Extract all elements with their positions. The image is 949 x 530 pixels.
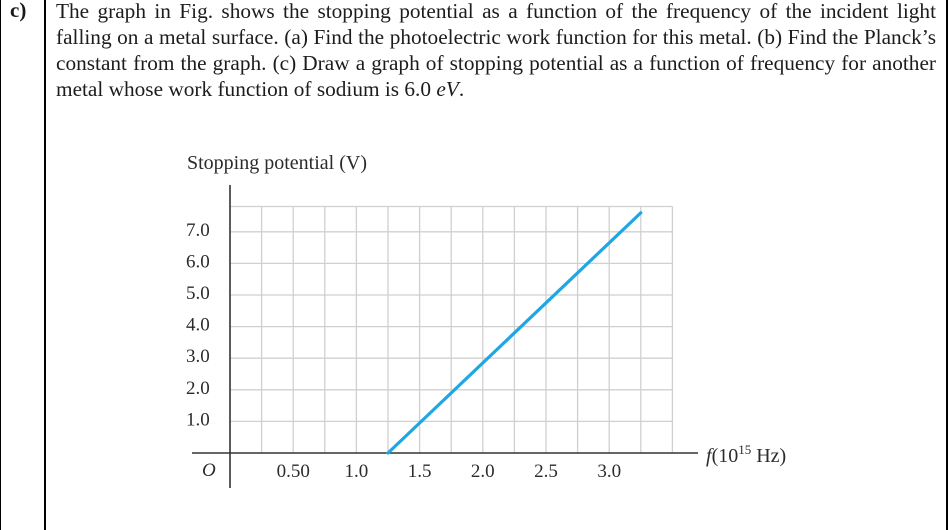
x-tick-label: 2.5	[534, 461, 558, 482]
y-tick-label: 3.0	[186, 346, 210, 367]
y-tick-label: 7.0	[186, 220, 210, 241]
y-tick-label: 4.0	[186, 315, 210, 336]
x-tick-labels: 0.50 1.0 1.5 2.0 2.5 3.0	[277, 461, 622, 482]
x-tick-label: 0.50	[277, 461, 310, 482]
y-tick-labels: 1.0 2.0 3.0 4.0 5.0 6.0 7.0	[186, 220, 210, 431]
x-axis-title-exponent: 15	[738, 442, 751, 457]
x-axis-title-prefix: (10	[712, 445, 739, 467]
y-tick-label: 1.0	[186, 409, 210, 430]
origin-label: O	[202, 460, 216, 481]
y-axis-title: Stopping potential (V)	[187, 152, 367, 174]
x-tick-label: 1.5	[408, 461, 432, 482]
x-axis-title: f(1015 Hz)	[706, 442, 786, 467]
x-tick-label: 3.0	[597, 461, 621, 482]
stopping-potential-chart: Stopping potential (V) 1.0 2.0 3.0 4.0 5.0 6.…	[186, 152, 786, 488]
x-tick-label: 2.0	[471, 461, 495, 482]
x-tick-label: 1.0	[345, 461, 369, 482]
y-tick-label: 2.0	[186, 378, 210, 399]
y-tick-label: 6.0	[186, 251, 210, 272]
grid	[230, 205, 674, 453]
y-tick-label: 5.0	[186, 283, 210, 304]
x-axis-title-suffix: Hz)	[751, 445, 786, 467]
